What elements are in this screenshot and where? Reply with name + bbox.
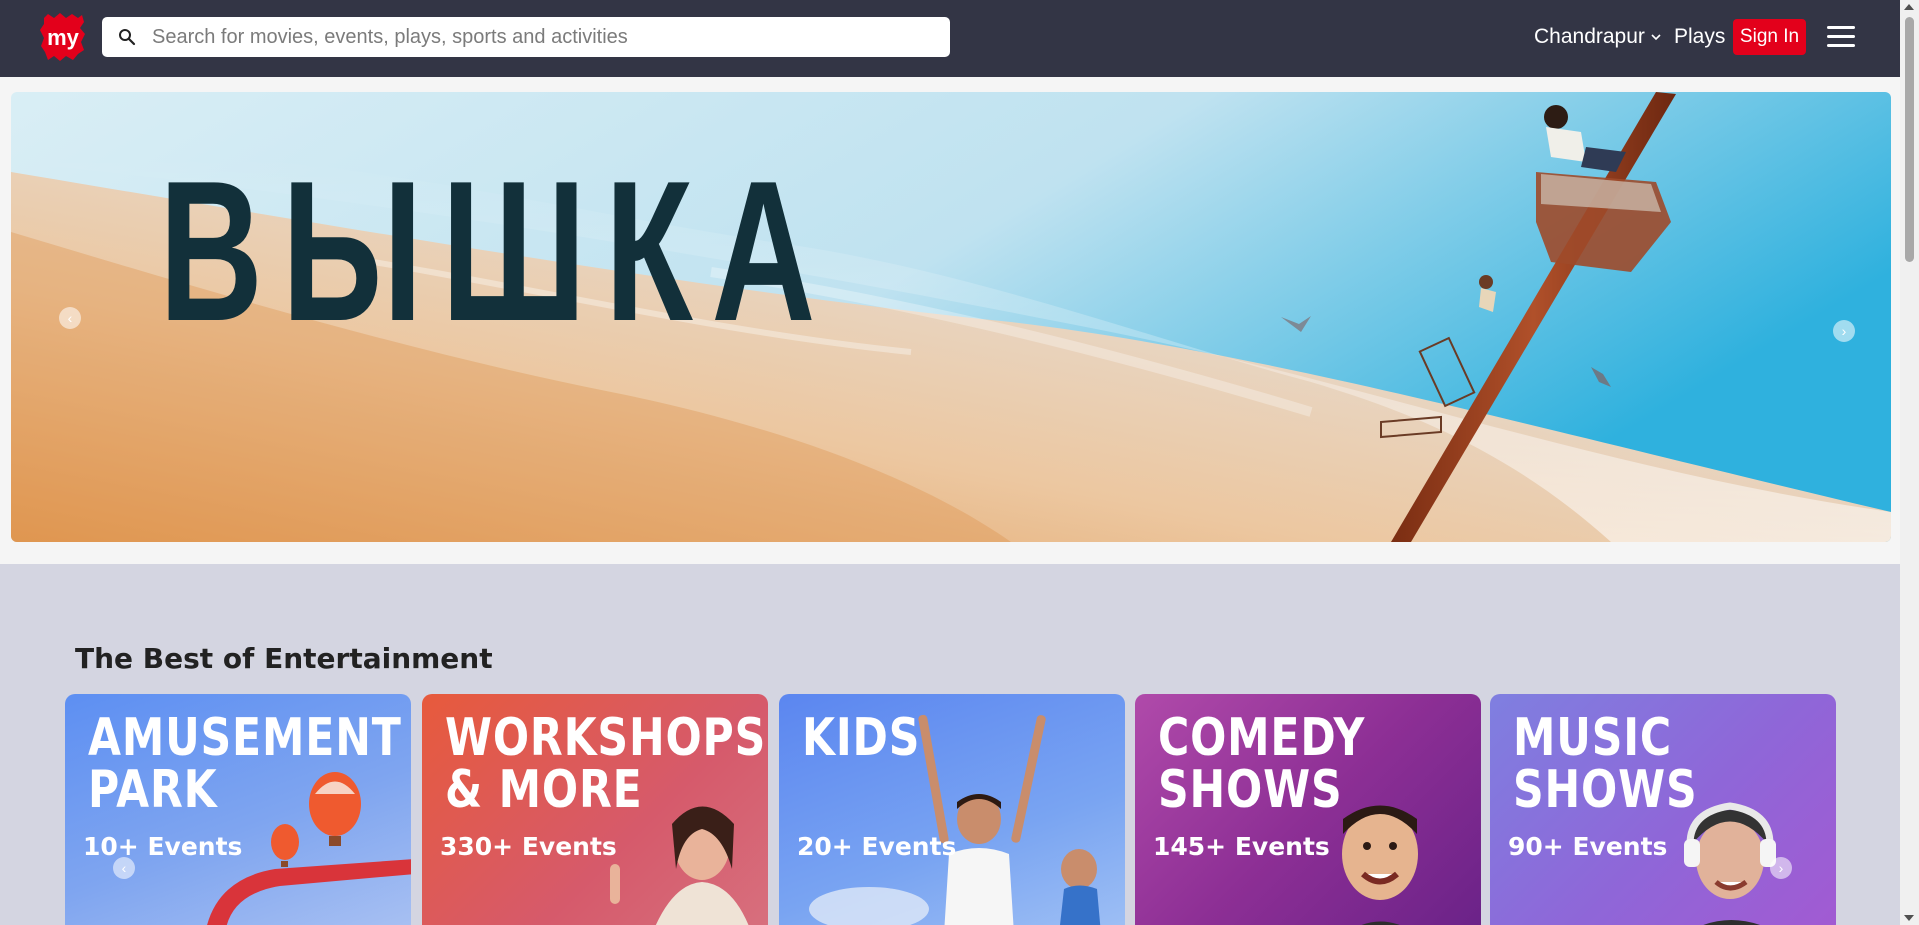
- scroll-down-arrow-icon[interactable]: [1904, 915, 1914, 921]
- cards-prev-arrow-icon[interactable]: ‹: [113, 857, 135, 879]
- scroll-up-arrow-icon[interactable]: [1904, 4, 1914, 10]
- card-event-count: 20+ Events: [797, 832, 957, 861]
- hero-banner[interactable]: ВЫШКА ‹ ›: [11, 92, 1891, 542]
- category-card[interactable]: AMUSEMENT PARK 10+ Events ‹: [65, 694, 411, 925]
- sign-in-button[interactable]: Sign In: [1733, 19, 1806, 55]
- card-event-count: 10+ Events: [83, 832, 243, 861]
- scroll-thumb[interactable]: [1905, 17, 1914, 262]
- plays-link[interactable]: Plays: [1674, 25, 1725, 49]
- cards-next-arrow-icon[interactable]: ›: [1770, 857, 1792, 879]
- banner-next-arrow-icon[interactable]: ›: [1833, 320, 1855, 342]
- card-title: AMUSEMENT PARK: [88, 708, 402, 820]
- card-title: MUSIC SHOWS: [1513, 708, 1698, 820]
- hamburger-menu-icon[interactable]: [1827, 26, 1855, 48]
- best-of-entertainment-section: The Best of Entertainment AMUSEMENT PARK…: [0, 564, 1900, 925]
- card-title: KIDS: [802, 708, 921, 768]
- top-header: my Chandrapur Plays Sign In: [0, 0, 1900, 77]
- card-event-count: 330+ Events: [440, 832, 617, 861]
- banner-title: ВЫШКА: [159, 140, 835, 363]
- search-bar[interactable]: [102, 17, 950, 57]
- search-input[interactable]: [152, 25, 912, 49]
- logo-text: my: [47, 25, 80, 50]
- card-event-count: 90+ Events: [1508, 832, 1668, 861]
- category-card[interactable]: COMEDY SHOWS 145+ Events: [1135, 694, 1481, 925]
- chevron-down-icon: [1651, 34, 1661, 41]
- banner-prev-arrow-icon[interactable]: ‹: [59, 307, 81, 329]
- city-selector[interactable]: Chandrapur: [1534, 25, 1661, 49]
- card-event-count: 145+ Events: [1153, 832, 1330, 861]
- page-scrollbar[interactable]: [1900, 0, 1919, 925]
- category-card[interactable]: KIDS 20+ Events: [779, 694, 1125, 925]
- card-title: COMEDY SHOWS: [1158, 708, 1366, 820]
- search-icon: [119, 29, 136, 46]
- category-card[interactable]: MUSIC SHOWS 90+ Events ›: [1490, 694, 1836, 925]
- bookmyshow-logo-icon[interactable]: my: [40, 12, 86, 62]
- category-card[interactable]: WORKSHOPS & MORE 330+ Events: [422, 694, 768, 925]
- city-label: Chandrapur: [1534, 25, 1645, 48]
- section-title: The Best of Entertainment: [75, 642, 493, 675]
- card-title: WORKSHOPS & MORE: [445, 708, 767, 820]
- banner-area: ВЫШКА ‹ ›: [0, 77, 1900, 564]
